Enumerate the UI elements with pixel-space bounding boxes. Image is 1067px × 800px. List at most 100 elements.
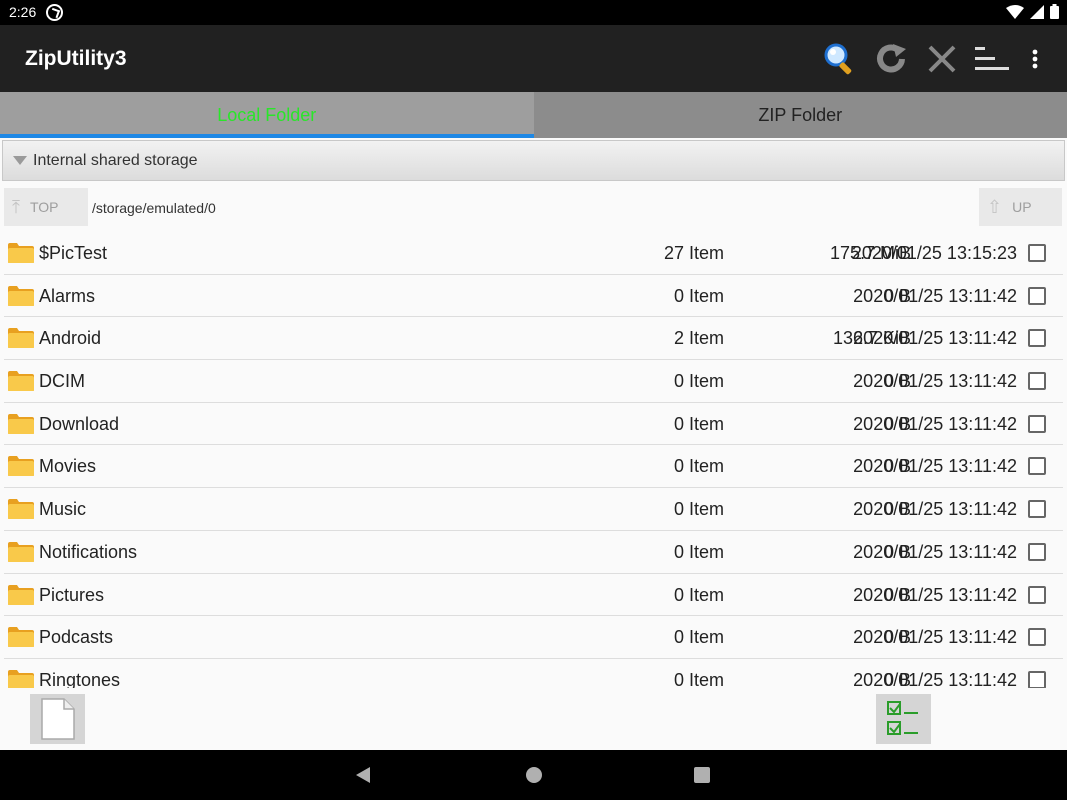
app-title: ZipUtility3	[25, 47, 127, 70]
item-count: 0 Item	[673, 541, 724, 562]
select-checkbox[interactable]	[1028, 628, 1046, 647]
folder-icon	[7, 369, 35, 392]
top-button-label: TOP	[29, 199, 59, 215]
select-checkbox[interactable]	[1028, 670, 1046, 688]
up-button[interactable]: ⇧ UP	[979, 188, 1062, 226]
tab-zip-folder[interactable]: ZIP Folder	[533, 92, 1067, 138]
folder-icon	[7, 241, 35, 264]
up-button-label: UP	[1012, 199, 1032, 215]
item-count: 0 Item	[673, 285, 724, 306]
search-icon[interactable]	[818, 37, 862, 81]
modified-date: 2020/01/25 13:11:42	[853, 499, 1017, 520]
select-all-button[interactable]	[876, 694, 931, 744]
tab-local-folder[interactable]: Local Folder	[0, 92, 534, 138]
tab-bar: Local Folder ZIP Folder	[0, 92, 1067, 138]
modified-date: 2020/01/25 13:11:42	[853, 627, 1017, 648]
modified-date: 2020/01/25 13:11:42	[853, 456, 1017, 477]
item-count: 0 Item	[673, 371, 724, 392]
arrow-top-icon: ⤒	[12, 196, 20, 217]
folder-icon	[7, 625, 35, 648]
signal-icon	[1030, 4, 1044, 19]
modified-date: 2020/01/25 13:11:42	[853, 669, 1017, 688]
modified-date: 2020/01/25 13:11:42	[853, 584, 1017, 605]
current-path: /storage/emulated/0	[92, 200, 216, 216]
select-checkbox[interactable]	[1028, 585, 1046, 604]
select-checkbox[interactable]	[1028, 457, 1046, 476]
modified-date: 2020/01/25 13:11:42	[853, 541, 1017, 562]
select-checkbox[interactable]	[1028, 372, 1046, 391]
file-row[interactable]: DCIM 0 Item 0 B 2020/01/25 13:11:42	[4, 360, 1063, 403]
item-count: 27 Item	[663, 243, 724, 263]
item-count: 0 Item	[673, 456, 724, 477]
file-name: Podcasts	[39, 627, 114, 648]
folder-icon	[7, 454, 35, 477]
arrow-up-icon: ⇧	[987, 196, 1003, 217]
select-checkbox[interactable]	[1028, 414, 1046, 433]
file-name: $PicTest	[39, 243, 108, 263]
item-count: 0 Item	[673, 499, 724, 520]
select-checkbox[interactable]	[1028, 329, 1046, 348]
folder-icon	[7, 326, 35, 349]
storage-selector[interactable]: Internal shared storage	[2, 140, 1065, 181]
home-icon[interactable]	[526, 767, 542, 783]
file-row[interactable]: Ringtones 0 Item 0 B 2020/01/25 13:11:42	[4, 659, 1063, 688]
file-name: Ringtones	[39, 669, 121, 688]
modified-date: 2020/01/25 13:11:42	[853, 371, 1017, 392]
select-checkbox[interactable]	[1028, 500, 1046, 519]
battery-icon	[1050, 4, 1059, 19]
file-row[interactable]: Download 0 Item 0 B 2020/01/25 13:11:42	[4, 403, 1063, 446]
modified-date: 2020/01/25 13:11:42	[853, 413, 1017, 434]
modified-date: 2020/01/25 13:15:23	[851, 243, 1017, 263]
modified-date: 2020/01/25 13:11:42	[853, 285, 1017, 306]
item-count: 0 Item	[673, 413, 724, 434]
close-icon[interactable]	[920, 37, 964, 81]
sort-icon[interactable]	[970, 37, 1014, 81]
file-row[interactable]: Android 2 Item 136.7 KiB 2020/01/25 13:11:4…	[4, 317, 1063, 361]
top-button[interactable]: ⤒ TOP	[4, 188, 88, 226]
new-file-icon	[40, 698, 75, 740]
new-file-button[interactable]	[30, 694, 85, 744]
wifi-icon	[1006, 4, 1024, 19]
refresh-icon[interactable]	[870, 37, 914, 81]
file-name: DCIM	[39, 371, 85, 392]
select-checkbox[interactable]	[1028, 542, 1046, 561]
file-row[interactable]: Movies 0 Item 0 B 2020/01/25 13:11:42	[4, 445, 1063, 489]
status-bar: 2:26	[0, 0, 1067, 25]
modified-date: 2020/01/25 13:11:42	[853, 328, 1017, 349]
folder-icon	[7, 284, 35, 307]
checklist-icon	[886, 701, 918, 735]
dropdown-triangle-icon	[13, 156, 27, 165]
file-name: Android	[39, 328, 102, 349]
sync-icon	[46, 4, 63, 21]
recents-icon[interactable]	[694, 767, 710, 783]
status-icons	[1006, 4, 1059, 19]
file-row[interactable]: Alarms 0 Item 0 B 2020/01/25 13:11:42	[4, 275, 1063, 318]
select-checkbox[interactable]	[1028, 286, 1046, 305]
folder-icon	[7, 412, 35, 435]
file-row[interactable]: $PicTest 27 Item 175.7 MiB 2020/01/25 13:15…	[4, 232, 1063, 275]
back-icon[interactable]	[356, 767, 370, 783]
item-count: 0 Item	[673, 669, 724, 688]
file-row[interactable]: Pictures 0 Item 0 B 2020/01/25 13:11:42	[4, 574, 1063, 617]
file-name: Alarms	[39, 285, 96, 306]
file-name: Music	[39, 499, 87, 520]
item-count: 0 Item	[673, 584, 724, 605]
select-checkbox[interactable]	[1028, 244, 1046, 262]
more-vert-icon[interactable]	[1013, 37, 1057, 81]
folder-icon	[7, 583, 35, 606]
file-row[interactable]: Music 0 Item 0 B 2020/01/25 13:11:42	[4, 488, 1063, 531]
file-list: $PicTest 27 Item 175.7 MiB 2020/01/25 13:15…	[0, 232, 1067, 688]
file-row[interactable]: Notifications 0 Item 0 B 2020/01/25 13:11:4…	[4, 531, 1063, 574]
folder-icon	[7, 540, 35, 563]
bottom-toolbar	[0, 688, 1067, 750]
file-name: Download	[39, 413, 120, 434]
file-name: Pictures	[39, 584, 105, 605]
file-name: Movies	[39, 456, 97, 477]
app-bar: ZipUtility3	[0, 25, 1067, 92]
folder-icon	[7, 497, 35, 520]
file-row[interactable]: Podcasts 0 Item 0 B 2020/01/25 13:11:42	[4, 616, 1063, 659]
status-time: 2:26	[9, 4, 37, 20]
storage-label: Internal shared storage	[33, 151, 198, 169]
folder-icon	[7, 668, 35, 688]
path-bar: ⤒ TOP /storage/emulated/0 ⇧ UP	[0, 188, 1067, 226]
